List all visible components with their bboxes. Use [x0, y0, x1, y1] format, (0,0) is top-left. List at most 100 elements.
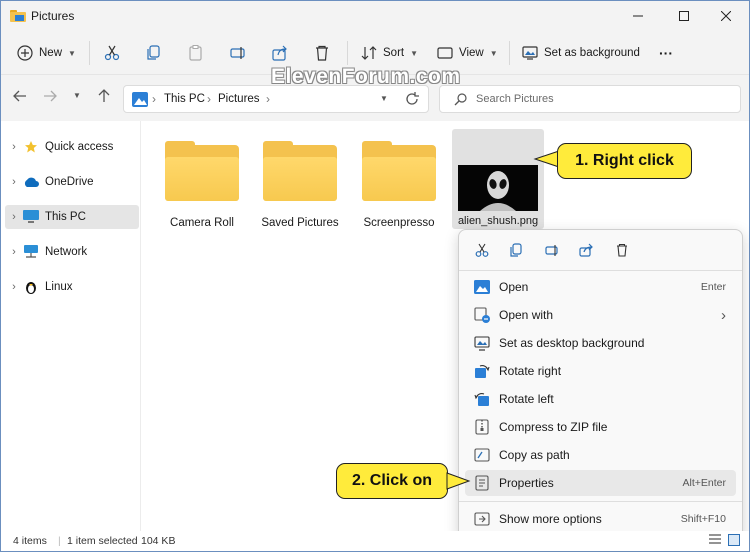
address-dropdown-button[interactable]: ▼ — [380, 94, 388, 103]
callout-click-on: 2. Click on — [336, 463, 448, 499]
sidebar-item-network[interactable]: › Network — [5, 240, 139, 264]
sidebar-item-linux[interactable]: › Linux — [5, 275, 139, 299]
breadcrumb-separator: › — [266, 92, 270, 106]
rename-icon[interactable] — [541, 239, 563, 261]
sidebar-item-this-pc[interactable]: › This PC — [5, 205, 139, 229]
rename-button[interactable] — [230, 39, 246, 67]
status-size: 104 KB — [141, 535, 176, 547]
menu-item-label: Open — [499, 280, 529, 294]
breadcrumb-this-pc[interactable]: This PC — [164, 93, 205, 105]
menu-item-properties[interactable]: Properties Alt+Enter — [465, 470, 736, 496]
zip-icon — [473, 419, 491, 435]
penguin-icon — [23, 280, 39, 294]
menu-item-rotate-left[interactable]: Rotate left — [465, 386, 736, 412]
search-icon — [454, 93, 467, 106]
folder-item-saved-pictures[interactable]: Saved Pictures — [255, 141, 345, 229]
delete-icon[interactable] — [611, 239, 633, 261]
menu-item-shortcut: Shift+F10 — [680, 513, 726, 525]
view-button[interactable]: View ▼ — [437, 39, 498, 67]
chevron-right-icon[interactable]: › — [5, 211, 23, 223]
cut-button[interactable] — [104, 39, 120, 67]
back-button[interactable] — [13, 89, 27, 106]
menu-item-compress-zip[interactable]: Compress to ZIP file — [465, 414, 736, 440]
set-as-background-button[interactable]: Set as background — [522, 39, 640, 67]
properties-icon — [473, 475, 491, 491]
cut-icon — [104, 45, 120, 61]
delete-button[interactable] — [314, 39, 330, 67]
sidebar-item-label: Quick access — [45, 141, 114, 153]
folder-item-camera-roll[interactable]: Camera Roll — [157, 141, 247, 229]
file-item-alien-shush[interactable]: alien_shush.png — [452, 129, 544, 229]
up-button[interactable] — [97, 89, 111, 106]
toolbar-divider — [347, 41, 348, 65]
minimize-button[interactable] — [615, 1, 661, 31]
copy-icon[interactable] — [505, 239, 527, 261]
set-as-background-label: Set as background — [544, 47, 640, 59]
maximize-button[interactable] — [661, 1, 707, 31]
menu-item-copy-as-path[interactable]: Copy as path — [465, 442, 736, 468]
search-box[interactable]: Search Pictures — [439, 85, 741, 113]
share-button[interactable] — [272, 39, 288, 67]
breadcrumb-pictures[interactable]: Pictures — [218, 93, 260, 105]
share-icon[interactable] — [575, 239, 597, 261]
menu-item-label: Rotate left — [499, 392, 554, 406]
copy-button[interactable] — [146, 39, 162, 67]
menu-item-open-with[interactable]: Open with › — [465, 302, 736, 328]
menu-item-show-more-options[interactable]: Show more options Shift+F10 — [465, 506, 736, 532]
menu-item-label: Open with — [499, 308, 554, 322]
details-view-button[interactable] — [709, 534, 721, 548]
watermark: ElevenForum.com — [271, 65, 461, 88]
cut-icon[interactable] — [471, 239, 493, 261]
breadcrumb-separator: › — [152, 92, 156, 106]
menu-divider — [459, 270, 742, 271]
sort-label: Sort — [383, 47, 405, 59]
menu-item-label: Rotate right — [499, 364, 562, 378]
forward-button[interactable] — [43, 89, 57, 106]
chevron-right-icon[interactable]: › — [5, 176, 23, 188]
status-divider: | — [58, 535, 61, 547]
chevron-down-icon: ▼ — [73, 91, 81, 100]
new-plus-icon — [17, 45, 33, 61]
folder-icon — [362, 141, 436, 201]
desktop-bg-icon — [522, 46, 538, 60]
more-button[interactable]: ··· — [659, 39, 673, 67]
status-selection: 1 item selected — [67, 535, 138, 547]
star-icon — [23, 140, 39, 154]
paste-icon — [189, 45, 202, 61]
chevron-right-icon[interactable]: › — [5, 281, 23, 293]
address-bar[interactable]: › This PC › Pictures › ▼ — [123, 85, 429, 113]
file-label: Saved Pictures — [261, 217, 339, 229]
breadcrumb-separator: › — [207, 92, 211, 106]
image-thumbnail — [458, 165, 538, 211]
menu-item-shortcut: Alt+Enter — [682, 477, 726, 489]
refresh-icon[interactable] — [405, 92, 419, 106]
sidebar-item-quick-access[interactable]: › Quick access — [5, 135, 139, 159]
recent-locations-button[interactable]: ▼ — [73, 91, 81, 100]
status-bar: 4 items | 1 item selected 104 KB — [1, 531, 749, 551]
rename-icon — [230, 47, 245, 59]
folder-item-screenpresso[interactable]: Screenpresso — [354, 141, 444, 229]
menu-item-open[interactable]: Open Enter — [465, 274, 736, 300]
menu-item-rotate-right[interactable]: Rotate right — [465, 358, 736, 384]
sidebar-item-onedrive[interactable]: › OneDrive — [5, 170, 139, 194]
desktop-bg-icon — [473, 335, 491, 351]
toolbar-divider — [509, 41, 510, 65]
copy-path-icon — [473, 447, 491, 463]
large-icons-view-button[interactable] — [728, 534, 740, 549]
status-item-count: 4 items — [13, 535, 47, 547]
search-placeholder: Search Pictures — [476, 93, 554, 105]
chevron-right-icon[interactable]: › — [5, 141, 23, 153]
close-button[interactable] — [703, 1, 749, 31]
paste-button[interactable] — [188, 39, 204, 67]
monitor-icon — [23, 210, 39, 224]
new-button[interactable]: New ▼ — [17, 39, 76, 67]
callout-pointer — [446, 472, 471, 490]
menu-item-label: Show more options — [499, 512, 602, 526]
menu-item-set-desktop-background[interactable]: Set as desktop background — [465, 330, 736, 356]
file-label: Camera Roll — [170, 217, 234, 229]
sidebar-item-label: OneDrive — [45, 176, 94, 188]
sort-button[interactable]: Sort ▼ — [361, 39, 418, 67]
chevron-right-icon[interactable]: › — [5, 246, 23, 258]
folder-app-icon — [10, 10, 26, 22]
back-arrow-icon — [13, 90, 26, 102]
